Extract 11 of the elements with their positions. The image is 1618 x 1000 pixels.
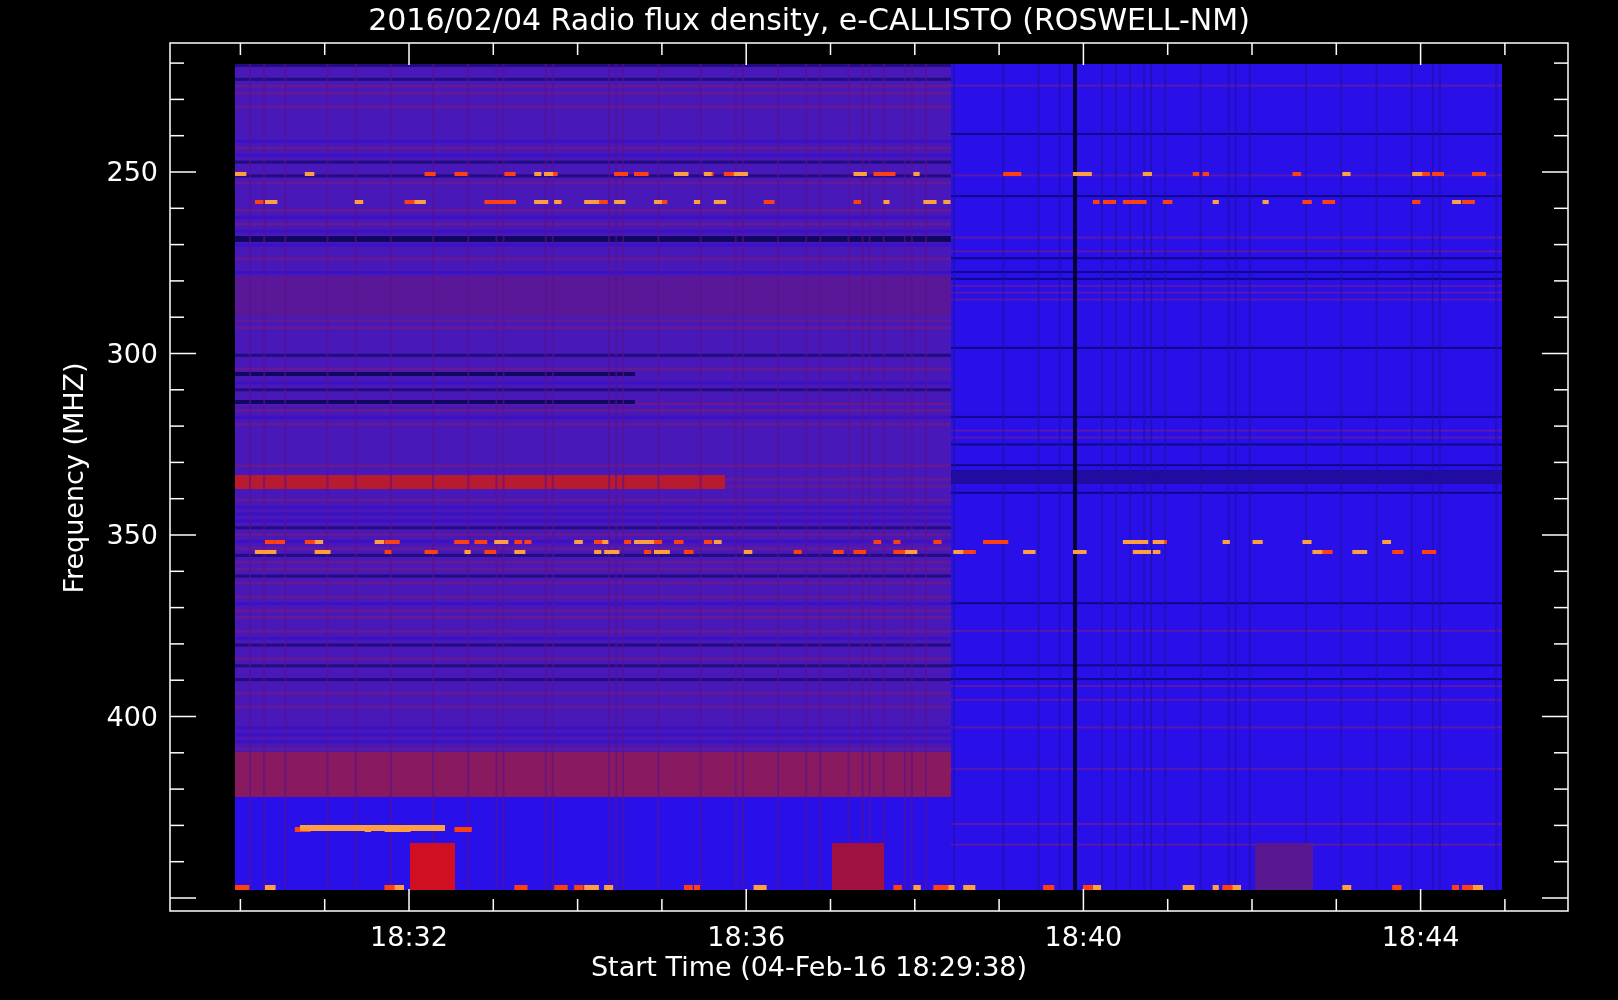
x-tick-label: 18:32 — [370, 921, 448, 952]
y-tick-label: 350 — [106, 519, 158, 550]
y-tick-label: 250 — [106, 156, 158, 187]
y-tick-label: 300 — [106, 337, 158, 369]
chart-title: 2016/02/04 Radio flux density, e-CALLISTO (ROSWELL-NM) — [368, 2, 1250, 37]
y-axis-label: Frequency (MHZ) — [58, 362, 89, 594]
x-tick-label: 18:40 — [1044, 921, 1123, 952]
x-axis-label: Start Time (04-Feb-16 18:29:38) — [590, 951, 1028, 982]
x-tick-label: 18:36 — [707, 921, 786, 952]
y-tick-label: 400 — [106, 700, 158, 732]
x-tick-label: 18:44 — [1381, 921, 1460, 952]
